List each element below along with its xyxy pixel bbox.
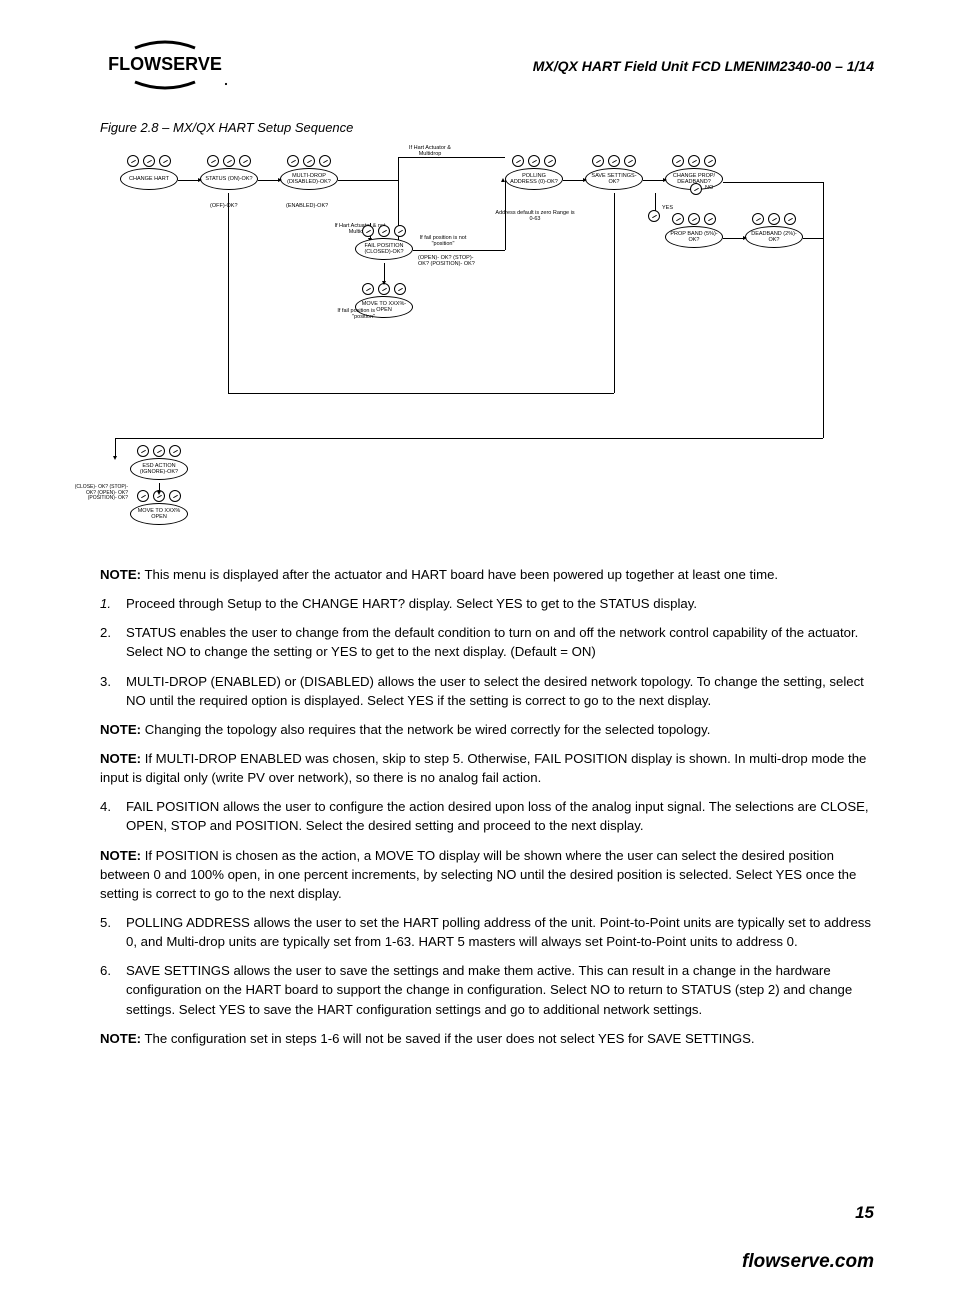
node-status: STATUS (ON)-OK? [200,155,258,185]
oval-label: PROP BAND (5%)-OK? [665,226,723,248]
oval-label: STATUS (ON)-OK? [200,168,258,190]
note-label: NOTE: [100,848,141,863]
node-deadband: DEADBAND (2%)-OK? [745,213,803,243]
li-text: POLLING ADDRESS allows the user to set t… [126,913,874,951]
li-text: FAIL POSITION allows the user to configu… [126,797,874,835]
footer-url: flowserve.com [742,1251,874,1273]
page-number: 15 [855,1203,874,1223]
page-header: FLOWSERVE MX/QX HART Field Unit FCD LMEN… [100,40,874,90]
note-text: If POSITION is chosen as the action, a M… [100,848,856,901]
node-change-hart: CHANGE HART [120,155,178,185]
oval-label: SAVE SETTINGS-OK? [585,168,643,190]
oval-label: POLLING ADDRESS (0)-OK? [505,168,563,190]
setup-sequence-diagram: CHANGE HART STATUS (ON)-OK? MULTI-DROP (… [100,145,874,545]
node-polling: POLLING ADDRESS (0)-OK? [505,155,563,185]
label-off-ok: (OFF)-OK? [210,203,238,209]
label-yes: YES [662,205,673,211]
note-label: NOTE: [100,722,141,737]
list-item: 6.SAVE SETTINGS allows the user to save … [100,961,874,1018]
label-if-hart-multi: If Hart Actuator & Multidrop [400,145,460,157]
list-item: 5.POLLING ADDRESS allows the user to set… [100,913,874,951]
note-text: This menu is displayed after the actuato… [141,567,778,582]
node-multidrop: MULTI-DROP (DISABLED)-OK? [280,155,338,185]
yes-knob-icon [648,210,660,222]
list-item: 3.MULTI-DROP (ENABLED) or (DISABLED) all… [100,672,874,710]
li-text: STATUS enables the user to change from t… [126,623,874,661]
oval-label: CHANGE HART [120,168,178,190]
no-knob-icon [690,183,702,195]
label-addr-default: Address default is zero Range is 0-63 [495,210,575,222]
list-item: 1.Proceed through Setup to the CHANGE HA… [100,594,874,613]
node-save: SAVE SETTINGS-OK? [585,155,643,185]
label-no: NO [705,185,713,191]
oval-label: DEADBAND (2%)-OK? [745,226,803,248]
note-label: NOTE: [100,1031,141,1046]
note-label: NOTE: [100,751,141,766]
label-open-stop-pos: (OPEN)- OK? (STOP)- OK? (POSITION)- OK? [418,255,478,267]
doc-title: MX/QX HART Field Unit FCD LMENIM2340-00 … [533,58,874,74]
node-change-prop: CHANGE PROP/ DEADBAND? [665,155,723,185]
li-text: Proceed through Setup to the CHANGE HART… [126,594,874,613]
note-text: Changing the topology also requires that… [141,722,710,737]
node-fail-position: FAIL POSITION (CLOSED)-OK? [355,225,413,255]
li-text: MULTI-DROP (ENABLED) or (DISABLED) allow… [126,672,874,710]
label-enabled-ok: (ENABLED)-OK? [286,203,328,209]
oval-label: MULTI-DROP (DISABLED)-OK? [280,168,338,190]
oval-label: MOVE TO XXX% OPEN [130,503,188,525]
logo-text: FLOWSERVE [108,54,222,74]
label-close-stop-open-pos: (CLOSE)- OK? (STOP)- OK? (OPEN)- OK? (PO… [72,485,128,502]
figure-caption: Figure 2.8 – MX/QX HART Setup Sequence [100,120,874,135]
label-if-fail-not-pos: If fail position is not "position" [418,235,468,247]
flowserve-logo: FLOWSERVE [100,40,230,90]
list-item: 4.FAIL POSITION allows the user to confi… [100,797,874,835]
body-text: NOTE: This menu is displayed after the a… [100,565,874,1048]
note-label: NOTE: [100,567,141,582]
oval-label: FAIL POSITION (CLOSED)-OK? [355,238,413,260]
note-text: The configuration set in steps 1-6 will … [141,1031,755,1046]
node-prop-band: PROP BAND (5%)-OK? [665,213,723,243]
note-text: If MULTI-DROP ENABLED was chosen, skip t… [100,751,866,785]
oval-label: ESD ACTION (IGNORE)-OK? [130,458,188,480]
li-text: SAVE SETTINGS allows the user to save th… [126,961,874,1018]
label-if-fail-pos: If fail position is "position" [325,308,375,320]
list-item: 2.STATUS enables the user to change from… [100,623,874,661]
node-esd-action: ESD ACTION (IGNORE)-OK? [130,445,188,475]
